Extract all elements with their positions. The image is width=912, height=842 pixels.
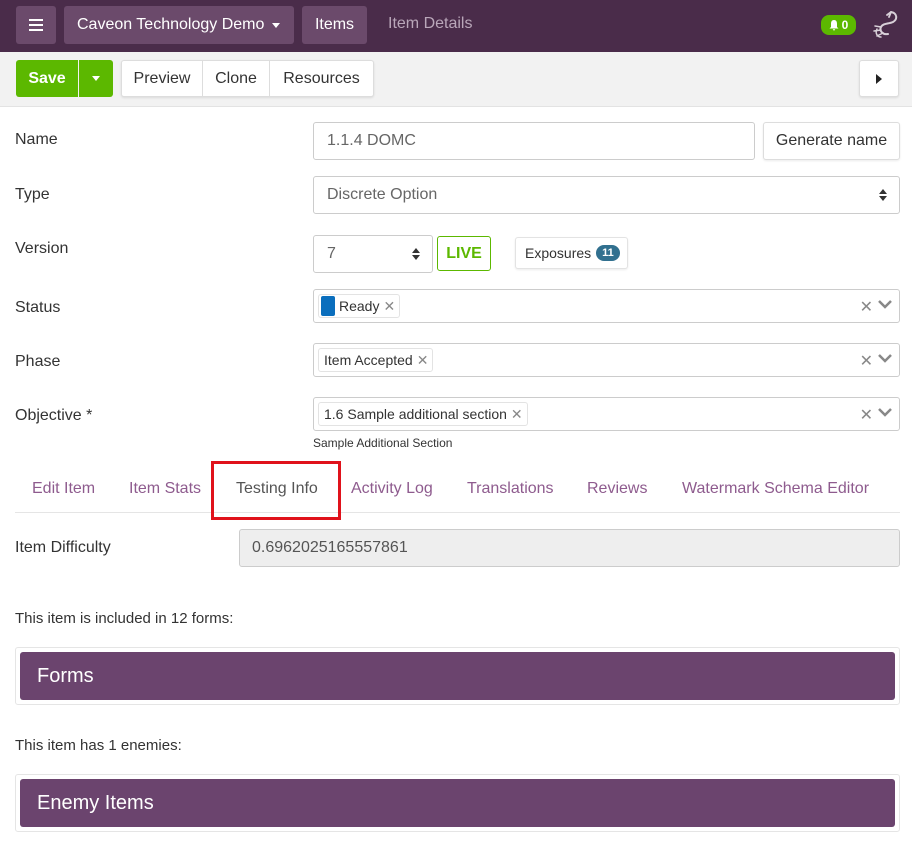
clear-icon[interactable]: ✕ xyxy=(860,405,873,425)
forms-panel-header[interactable]: Forms xyxy=(20,652,895,700)
expand-panel-button[interactable] xyxy=(859,60,899,97)
version-selected-value: 7 xyxy=(327,245,336,262)
phase-label: Phase xyxy=(15,353,61,370)
bell-icon xyxy=(829,19,839,30)
objective-label: Objective * xyxy=(15,407,93,424)
caret-down-icon xyxy=(272,22,281,28)
org-name: Caveon Technology Demo xyxy=(77,16,265,33)
exposures-count-badge: 11 xyxy=(596,245,620,261)
status-chip: Ready ✕ xyxy=(318,294,401,318)
remove-chip-icon[interactable]: ✕ xyxy=(417,352,429,369)
action-button-group: Preview Clone Resources xyxy=(121,60,374,97)
status-chip-label: Ready xyxy=(339,298,380,314)
exposures-button[interactable]: Exposures 11 xyxy=(515,237,628,269)
enemies-count-text: This item has 1 enemies: xyxy=(15,737,182,754)
clear-icon[interactable]: ✕ xyxy=(860,351,873,371)
remove-chip-icon[interactable]: ✕ xyxy=(511,406,523,423)
clear-icon[interactable]: ✕ xyxy=(860,297,873,317)
org-dropdown-button[interactable]: Caveon Technology Demo xyxy=(64,6,294,44)
status-label: Status xyxy=(15,299,61,316)
caret-down-icon xyxy=(92,76,100,81)
version-select[interactable]: 7 xyxy=(313,235,433,273)
item-tabs: Edit Item Item Stats Testing Info Activi… xyxy=(15,465,900,513)
enemy-items-panel-header[interactable]: Enemy Items xyxy=(20,779,895,827)
live-badge[interactable]: LIVE xyxy=(437,236,491,271)
chevron-down-icon[interactable] xyxy=(877,296,893,312)
items-nav-button[interactable]: Items xyxy=(302,6,367,44)
save-button[interactable]: Save xyxy=(16,60,78,97)
top-navbar: Caveon Technology Demo Items Item Detail… xyxy=(0,0,912,52)
item-difficulty-label: Item Difficulty xyxy=(15,539,111,556)
preview-button[interactable]: Preview xyxy=(122,61,203,96)
tab-watermark-schema-editor[interactable]: Watermark Schema Editor xyxy=(682,465,869,513)
forms-count-text: This item is included in 12 forms: xyxy=(15,610,234,627)
chevron-down-icon[interactable] xyxy=(877,404,893,420)
objective-chip-label: 1.6 Sample additional section xyxy=(324,406,507,422)
type-select[interactable]: Discrete Option xyxy=(313,176,900,214)
chevron-down-icon[interactable] xyxy=(877,350,893,366)
phase-select[interactable]: Item Accepted ✕ ✕ xyxy=(313,343,900,377)
notifications-badge[interactable]: 0 xyxy=(821,15,856,35)
generate-name-button[interactable]: Generate name xyxy=(763,122,900,160)
phase-chip-label: Item Accepted xyxy=(324,352,413,368)
tab-item-stats[interactable]: Item Stats xyxy=(129,465,201,513)
hamburger-icon xyxy=(29,19,43,31)
tab-reviews[interactable]: Reviews xyxy=(587,465,647,513)
name-label: Name xyxy=(15,131,58,148)
menu-button[interactable] xyxy=(16,6,56,44)
objective-help-text: Sample Additional Section xyxy=(313,436,453,450)
status-color-swatch xyxy=(321,296,335,316)
remove-chip-icon[interactable]: ✕ xyxy=(383,298,395,315)
status-select[interactable]: Ready ✕ ✕ xyxy=(313,289,900,323)
save-options-button[interactable] xyxy=(79,60,113,97)
notifications-count: 0 xyxy=(841,18,849,32)
breadcrumb-item-details: Item Details xyxy=(388,15,473,32)
exposures-label: Exposures xyxy=(525,245,592,261)
scorpion-logo-icon[interactable] xyxy=(871,9,899,41)
tab-translations[interactable]: Translations xyxy=(467,465,554,513)
objective-chip: 1.6 Sample additional section ✕ xyxy=(318,402,528,426)
tab-activity-log[interactable]: Activity Log xyxy=(351,465,433,513)
select-arrows-icon xyxy=(879,189,887,201)
tab-highlight-box xyxy=(211,461,341,520)
clone-button[interactable]: Clone xyxy=(203,61,270,96)
caret-right-icon xyxy=(876,73,882,84)
type-selected-value: Discrete Option xyxy=(327,186,438,203)
tab-edit-item[interactable]: Edit Item xyxy=(32,465,95,513)
item-toolbar: Save Preview Clone Resources xyxy=(0,52,912,107)
select-arrows-icon xyxy=(412,248,420,260)
forms-panel: Forms xyxy=(15,647,900,705)
phase-chip: Item Accepted ✕ xyxy=(318,348,434,372)
version-label: Version xyxy=(15,240,69,257)
enemy-items-panel: Enemy Items xyxy=(15,774,900,832)
name-input[interactable]: 1.1.4 DOMC xyxy=(313,122,755,160)
resources-button[interactable]: Resources xyxy=(270,61,373,96)
objective-select[interactable]: 1.6 Sample additional section ✕ ✕ xyxy=(313,397,900,431)
item-difficulty-field: 0.6962025165557861 xyxy=(239,529,900,567)
type-label: Type xyxy=(15,186,50,203)
